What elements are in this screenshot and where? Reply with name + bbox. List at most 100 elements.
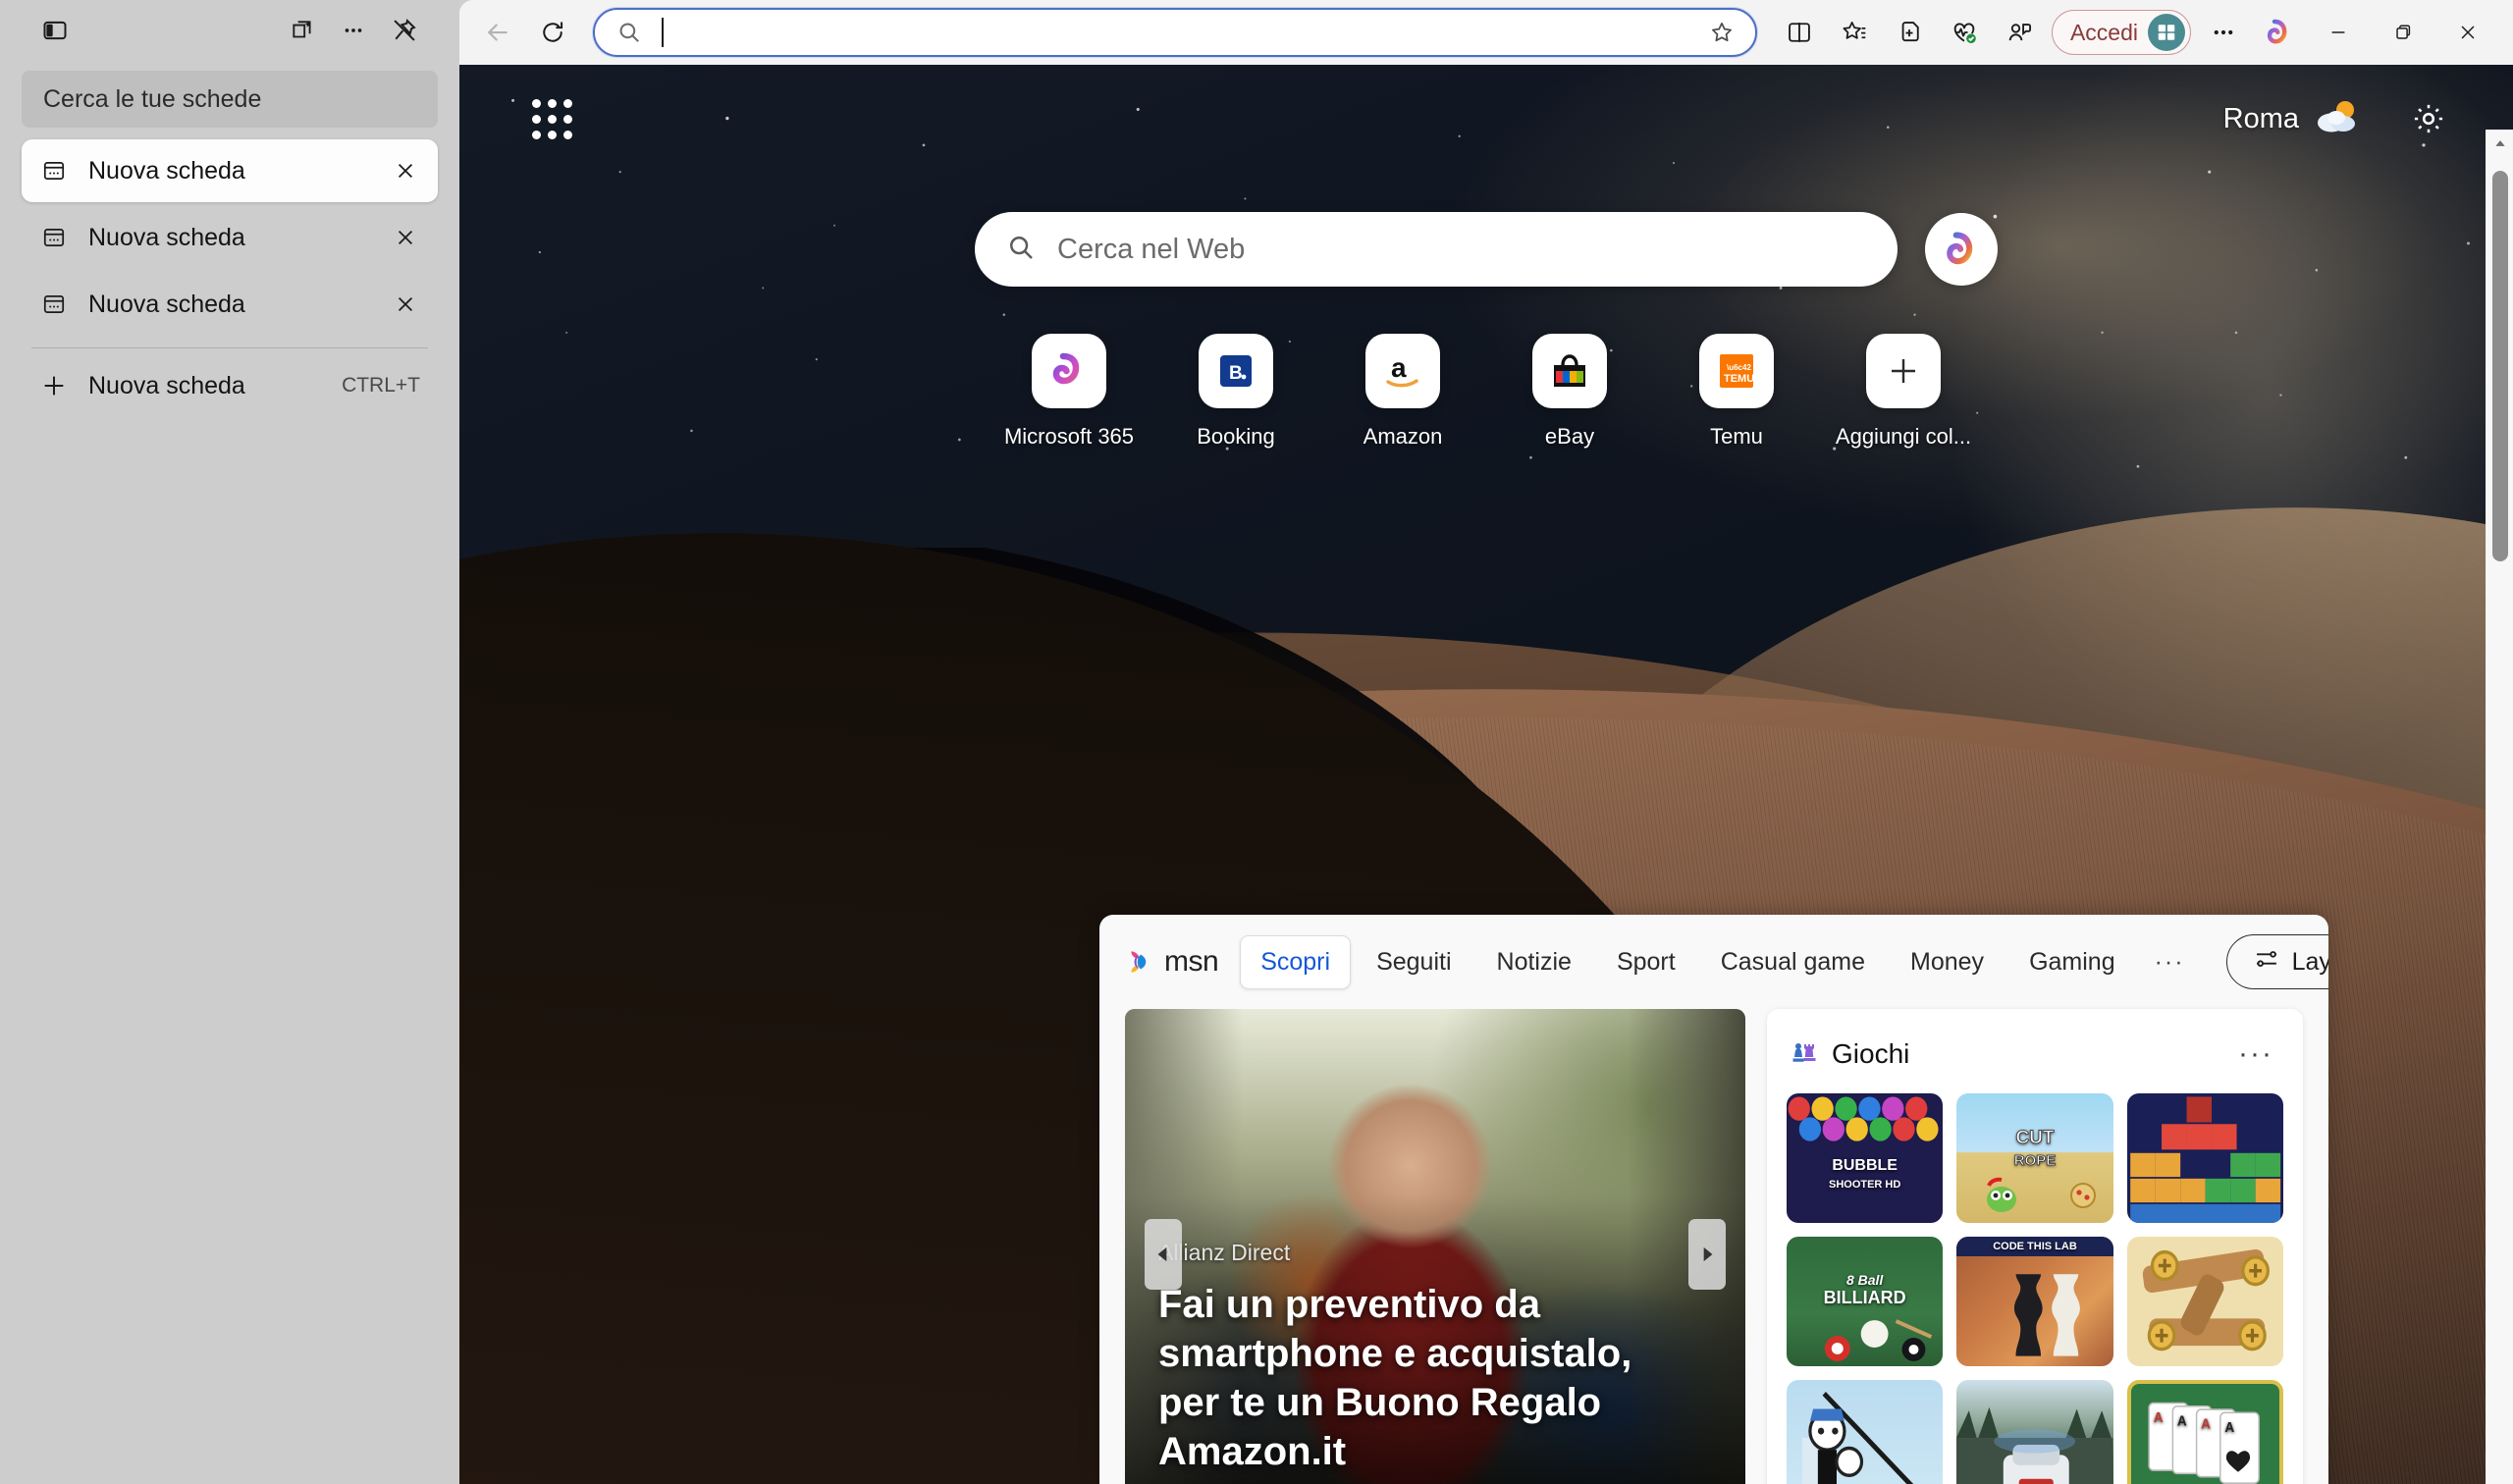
minimize-icon[interactable]: [2307, 8, 2370, 57]
msn-logo[interactable]: msn: [1125, 945, 1219, 979]
carousel-prev-arrow[interactable]: [1145, 1219, 1182, 1290]
shortcut-label: Temu: [1710, 424, 1763, 449]
close-tab-icon[interactable]: [387, 286, 424, 323]
hero-article-card[interactable]: Allianz Direct Fai un preventivo da smar…: [1125, 1009, 1745, 1484]
search-tabs-input[interactable]: Cerca le tue schede: [22, 71, 438, 128]
sidebar-collapse-icon[interactable]: [29, 8, 80, 53]
feed-body: Allianz Direct Fai un preventivo da smar…: [1099, 1009, 2328, 1484]
game-tile-bubble-shooter[interactable]: BUBBLE SHOOTER HD: [1787, 1093, 1944, 1223]
scroll-thumb[interactable]: [2492, 171, 2508, 561]
game-tile-chess[interactable]: CODE THIS LAB: [1956, 1237, 2113, 1366]
shortcut-label: Amazon: [1363, 424, 1443, 449]
plus-icon: [37, 372, 71, 399]
copilot-icon[interactable]: [2252, 8, 2305, 57]
feed-tab-seguiti[interactable]: Seguiti: [1357, 936, 1470, 988]
shortcut-ebay[interactable]: eBay: [1508, 334, 1631, 450]
vertical-tab-sidebar: Cerca le tue schede Nuova scheda Nuova s…: [0, 0, 459, 1484]
hero-text: Allianz Direct Fai un preventivo da smar…: [1158, 1240, 1686, 1476]
close-tab-icon[interactable]: [387, 219, 424, 256]
game-tile-thief-puzzle[interactable]: THIEF: [1787, 1380, 1944, 1484]
new-tab-label: Nuova scheda: [88, 371, 245, 399]
new-tab-window-icon[interactable]: [277, 8, 328, 53]
game-tile-cut-the-rope[interactable]: CUT ROPE: [1956, 1093, 2113, 1223]
shortcut-booking[interactable]: B Booking: [1174, 334, 1298, 450]
split-screen-icon[interactable]: [1773, 8, 1826, 57]
feed-header: msn Scopri Seguiti Notizie Sport Casual …: [1099, 915, 2328, 1009]
feed-tab-casual-game[interactable]: Casual game: [1701, 936, 1885, 988]
game-tile-screw-puzzle[interactable]: [2126, 1237, 2283, 1366]
web-search-input[interactable]: Cerca nel Web: [975, 212, 1898, 287]
browser-toolbar: Accedi: [459, 0, 2513, 65]
apps-grid-icon[interactable]: [524, 91, 579, 146]
new-tab-favicon-icon: [37, 225, 71, 250]
tab-list: Nuova scheda Nuova scheda Nuova scheda: [22, 139, 438, 336]
scroll-up-arrow[interactable]: [2486, 130, 2513, 157]
shortcut-amazon[interactable]: a Amazon: [1341, 334, 1465, 450]
address-bar[interactable]: [593, 8, 1757, 57]
games-panel: Giochi ··· BUBBLE SHOOTER HD CUT ROPE 8 …: [1767, 1009, 2303, 1484]
sidebar-tab-item[interactable]: Nuova scheda: [22, 139, 438, 202]
star-favorite-icon[interactable]: [1700, 11, 1743, 54]
game-tile-8-ball-billiard[interactable]: 8 Ball BILLIARD: [1787, 1237, 1944, 1366]
svg-text:A: A: [2153, 1410, 2163, 1427]
ntp-top-bar: Roma: [459, 65, 2513, 173]
new-tab-favicon-icon: [37, 158, 71, 184]
address-bar-input[interactable]: [662, 16, 1700, 49]
feed-tab-notizie[interactable]: Notizie: [1477, 936, 1591, 988]
layout-feed-button[interactable]: Layout feed: [2225, 934, 2328, 989]
back-button[interactable]: [471, 8, 524, 57]
ntp-center: Cerca nel Web Microsoft 365 B Booking a …: [459, 212, 2513, 450]
feed-tab-gaming[interactable]: Gaming: [2009, 936, 2135, 988]
collections-icon[interactable]: [1883, 8, 1936, 57]
new-tab-favicon-icon: [37, 292, 71, 317]
more-options-icon[interactable]: [328, 8, 379, 53]
profile-icon[interactable]: [1993, 8, 2046, 57]
close-icon[interactable]: [2436, 8, 2499, 57]
shortcut-temu[interactable]: \u6c42 TEMU Temu: [1675, 334, 1798, 450]
vertical-scrollbar[interactable]: [2486, 130, 2513, 1484]
feed-tab-money[interactable]: Money: [1891, 936, 2004, 988]
weather-widget[interactable]: Roma: [2210, 89, 2378, 149]
browser-essentials-heart-icon[interactable]: [1938, 8, 1991, 57]
shortcut-label: Booking: [1197, 424, 1275, 449]
search-icon: [616, 20, 646, 45]
avatar: [2148, 14, 2185, 51]
msn-logo-text: msn: [1164, 945, 1219, 978]
game-tile-block-puzzle[interactable]: [2126, 1093, 2283, 1223]
copilot-icon[interactable]: [1925, 213, 1998, 286]
games-title: Giochi: [1832, 1038, 1910, 1069]
shortcut-label: Aggiungi col...: [1835, 424, 1972, 449]
favorites-star-icon[interactable]: [1828, 8, 1881, 57]
sidebar-tab-item[interactable]: Nuova scheda: [22, 273, 438, 336]
sidebar-tab-item[interactable]: Nuova scheda: [22, 206, 438, 269]
close-tab-icon[interactable]: [387, 152, 424, 189]
amazon-icon: a: [1365, 334, 1440, 408]
carousel-next-arrow[interactable]: [1688, 1219, 1726, 1290]
new-tab-page: Roma Cerca nel Web Microsoft 365 B Booki…: [459, 65, 2513, 1484]
game-tile-solitaire[interactable]: A A A A: [2126, 1380, 2283, 1484]
feed-tab-scopri[interactable]: Scopri: [1240, 934, 1352, 989]
sidebar-tab-title: Nuova scheda: [88, 290, 245, 318]
sliders-icon: [2253, 945, 2280, 980]
unpin-icon[interactable]: [379, 8, 430, 53]
new-tab-button[interactable]: Nuova scheda CTRL+T: [22, 354, 438, 417]
page-settings-gear-icon[interactable]: [2399, 91, 2458, 146]
weather-city: Roma: [2222, 102, 2299, 134]
refresh-button[interactable]: [526, 8, 579, 57]
hero-headline: Fai un preventivo da smartphone e acquis…: [1158, 1283, 1632, 1473]
games-more-icon[interactable]: ···: [2228, 1037, 2283, 1071]
maximize-restore-icon[interactable]: [2372, 8, 2434, 57]
svg-text:A: A: [2177, 1413, 2187, 1430]
feed-tabs-overflow[interactable]: ···: [2141, 936, 2199, 988]
svg-text:A: A: [2201, 1416, 2211, 1433]
svg-text:\u6c42: \u6c42: [1727, 363, 1751, 372]
feed-tab-sport[interactable]: Sport: [1597, 936, 1695, 988]
game-tile-car-racing[interactable]: [1956, 1380, 2113, 1484]
settings-and-more-icon[interactable]: [2197, 8, 2250, 57]
search-tabs-placeholder: Cerca le tue schede: [43, 84, 262, 113]
svg-text:A: A: [2224, 1420, 2234, 1437]
shortcut-microsoft-365[interactable]: Microsoft 365: [1004, 334, 1134, 450]
games-header: Giochi ···: [1787, 1029, 2283, 1080]
signin-button[interactable]: Accedi: [2051, 10, 2191, 55]
shortcut-add[interactable]: Aggiungi col...: [1836, 334, 1971, 450]
